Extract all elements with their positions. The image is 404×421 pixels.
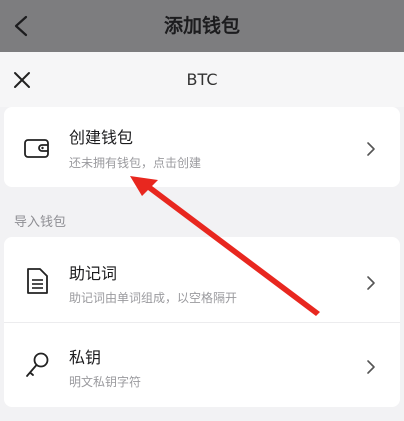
key-icon (26, 352, 49, 377)
mnemonic-title: 助记词 (69, 264, 118, 283)
import-section-label: 导入钱包 (14, 215, 67, 230)
mnemonic-subtitle: 助记词由单词组成，以空格隔开 (69, 291, 238, 305)
import-wallet-card: 助记词 助记词由单词组成，以空格隔开 私钥 明文私钥字符 (4, 237, 400, 407)
document-icon (27, 268, 48, 294)
private-key-row[interactable]: 私钥 明文私钥字符 (4, 323, 400, 408)
chevron-right-icon (367, 142, 375, 156)
mnemonic-row[interactable]: 助记词 助记词由单词组成，以空格隔开 (4, 237, 400, 322)
sheet-title: BTC (186, 70, 218, 89)
create-wallet-title: 创建钱包 (69, 128, 134, 147)
nav-bar: 添加钱包 (0, 0, 404, 52)
create-wallet-card: 创建钱包 还未拥有钱包，点击创建 (4, 107, 400, 187)
private-key-subtitle: 明文私钥字符 (69, 375, 142, 389)
sheet-header: BTC (0, 52, 404, 107)
nav-title: 添加钱包 (163, 15, 240, 37)
private-key-title: 私钥 (69, 348, 102, 367)
chevron-right-icon (367, 276, 375, 290)
create-wallet-row[interactable]: 创建钱包 还未拥有钱包，点击创建 (4, 107, 400, 187)
create-wallet-subtitle: 还未拥有钱包，点击创建 (69, 156, 202, 170)
wallet-icon (24, 139, 49, 158)
chevron-right-icon (367, 360, 375, 374)
